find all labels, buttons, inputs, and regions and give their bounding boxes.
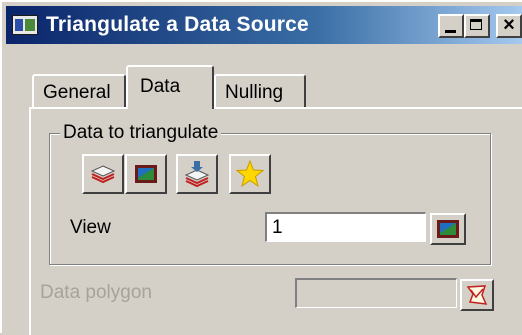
minimize-button[interactable] xyxy=(438,14,464,38)
view-pick-icon xyxy=(437,220,459,238)
layers-icon xyxy=(90,165,116,184)
app-icon xyxy=(12,15,38,35)
maximize-button[interactable] xyxy=(464,14,490,38)
close-icon: × xyxy=(503,14,515,36)
tab-nulling-label: Nulling xyxy=(225,82,284,103)
tab-general-label: General xyxy=(43,82,111,103)
view-label: View xyxy=(70,217,111,238)
minimize-icon xyxy=(445,30,456,33)
model-stack-button[interactable] xyxy=(176,154,218,194)
view-input[interactable] xyxy=(265,212,426,242)
data-polygon-label: Data polygon xyxy=(40,282,152,303)
view-icon xyxy=(135,165,157,183)
tab-data-label: Data xyxy=(140,76,181,97)
tab-data[interactable]: Data xyxy=(126,65,214,109)
polygon-select-button xyxy=(460,279,494,311)
tab-general[interactable]: General xyxy=(32,74,126,108)
view-pick-button[interactable] xyxy=(430,213,466,245)
view-button[interactable] xyxy=(125,154,167,194)
maximize-icon xyxy=(470,19,482,30)
tab-nulling[interactable]: Nulling xyxy=(214,74,306,108)
polygon-select-icon xyxy=(466,285,488,305)
star-icon xyxy=(236,160,264,188)
data-to-triangulate-group xyxy=(49,133,491,265)
title-bar[interactable]: Triangulate a Data Source × xyxy=(6,6,522,44)
close-button[interactable]: × xyxy=(496,14,522,38)
group-label: Data to triangulate xyxy=(60,122,222,144)
star-button[interactable] xyxy=(229,154,271,194)
dialog-window: Triangulate a Data Source × General Data… xyxy=(0,0,522,335)
window-title: Triangulate a Data Source xyxy=(46,13,309,36)
layers-button[interactable] xyxy=(82,154,124,194)
data-polygon-input xyxy=(295,278,457,308)
model-stack-icon xyxy=(184,161,210,188)
